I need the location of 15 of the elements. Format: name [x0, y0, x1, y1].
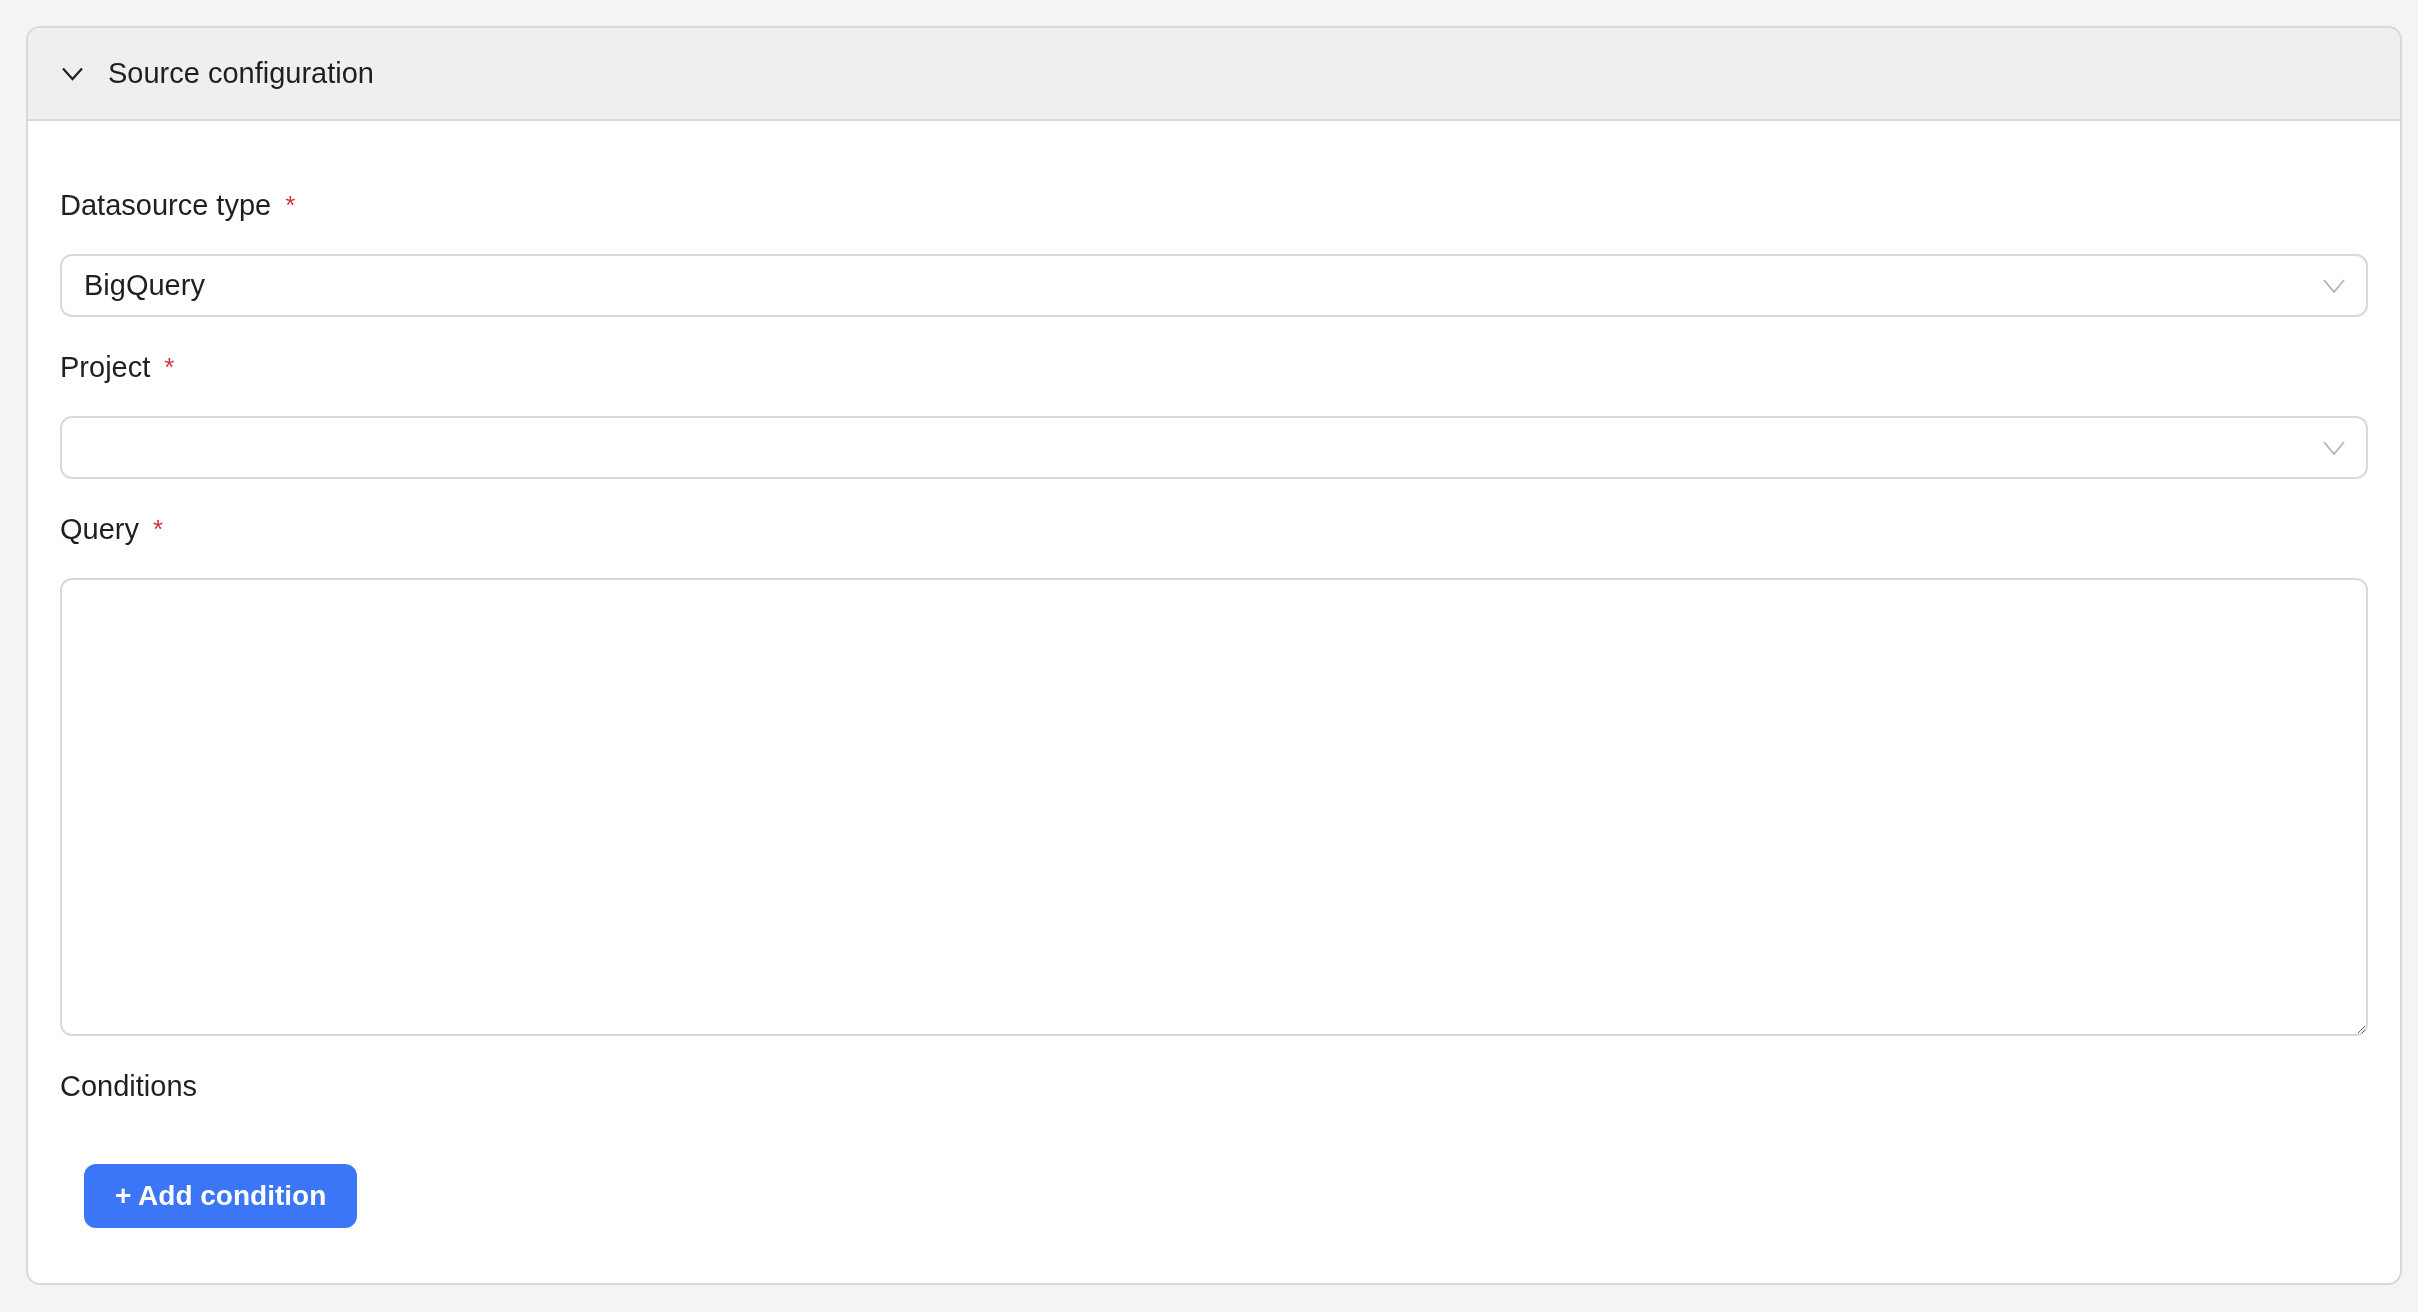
field-label: Query	[60, 512, 139, 547]
chevron-down-icon	[62, 66, 83, 81]
section-label: Conditions	[60, 1069, 198, 1104]
required-mark: *	[153, 513, 164, 546]
select-field[interactable]	[60, 416, 2368, 479]
chevron-down-icon	[2323, 440, 2345, 455]
required-mark: *	[285, 189, 296, 222]
field-label: Project	[60, 350, 151, 385]
add-condition-button[interactable]: + Add condition	[84, 1164, 358, 1228]
textarea-field[interactable]	[60, 578, 2368, 1036]
required-mark: *	[164, 351, 175, 384]
field-label: Datasource type	[60, 188, 272, 223]
section-header[interactable]: Source configuration	[28, 28, 2400, 121]
chevron-down-icon	[2323, 278, 2345, 293]
select-field[interactable]: BigQuery	[60, 254, 2368, 317]
